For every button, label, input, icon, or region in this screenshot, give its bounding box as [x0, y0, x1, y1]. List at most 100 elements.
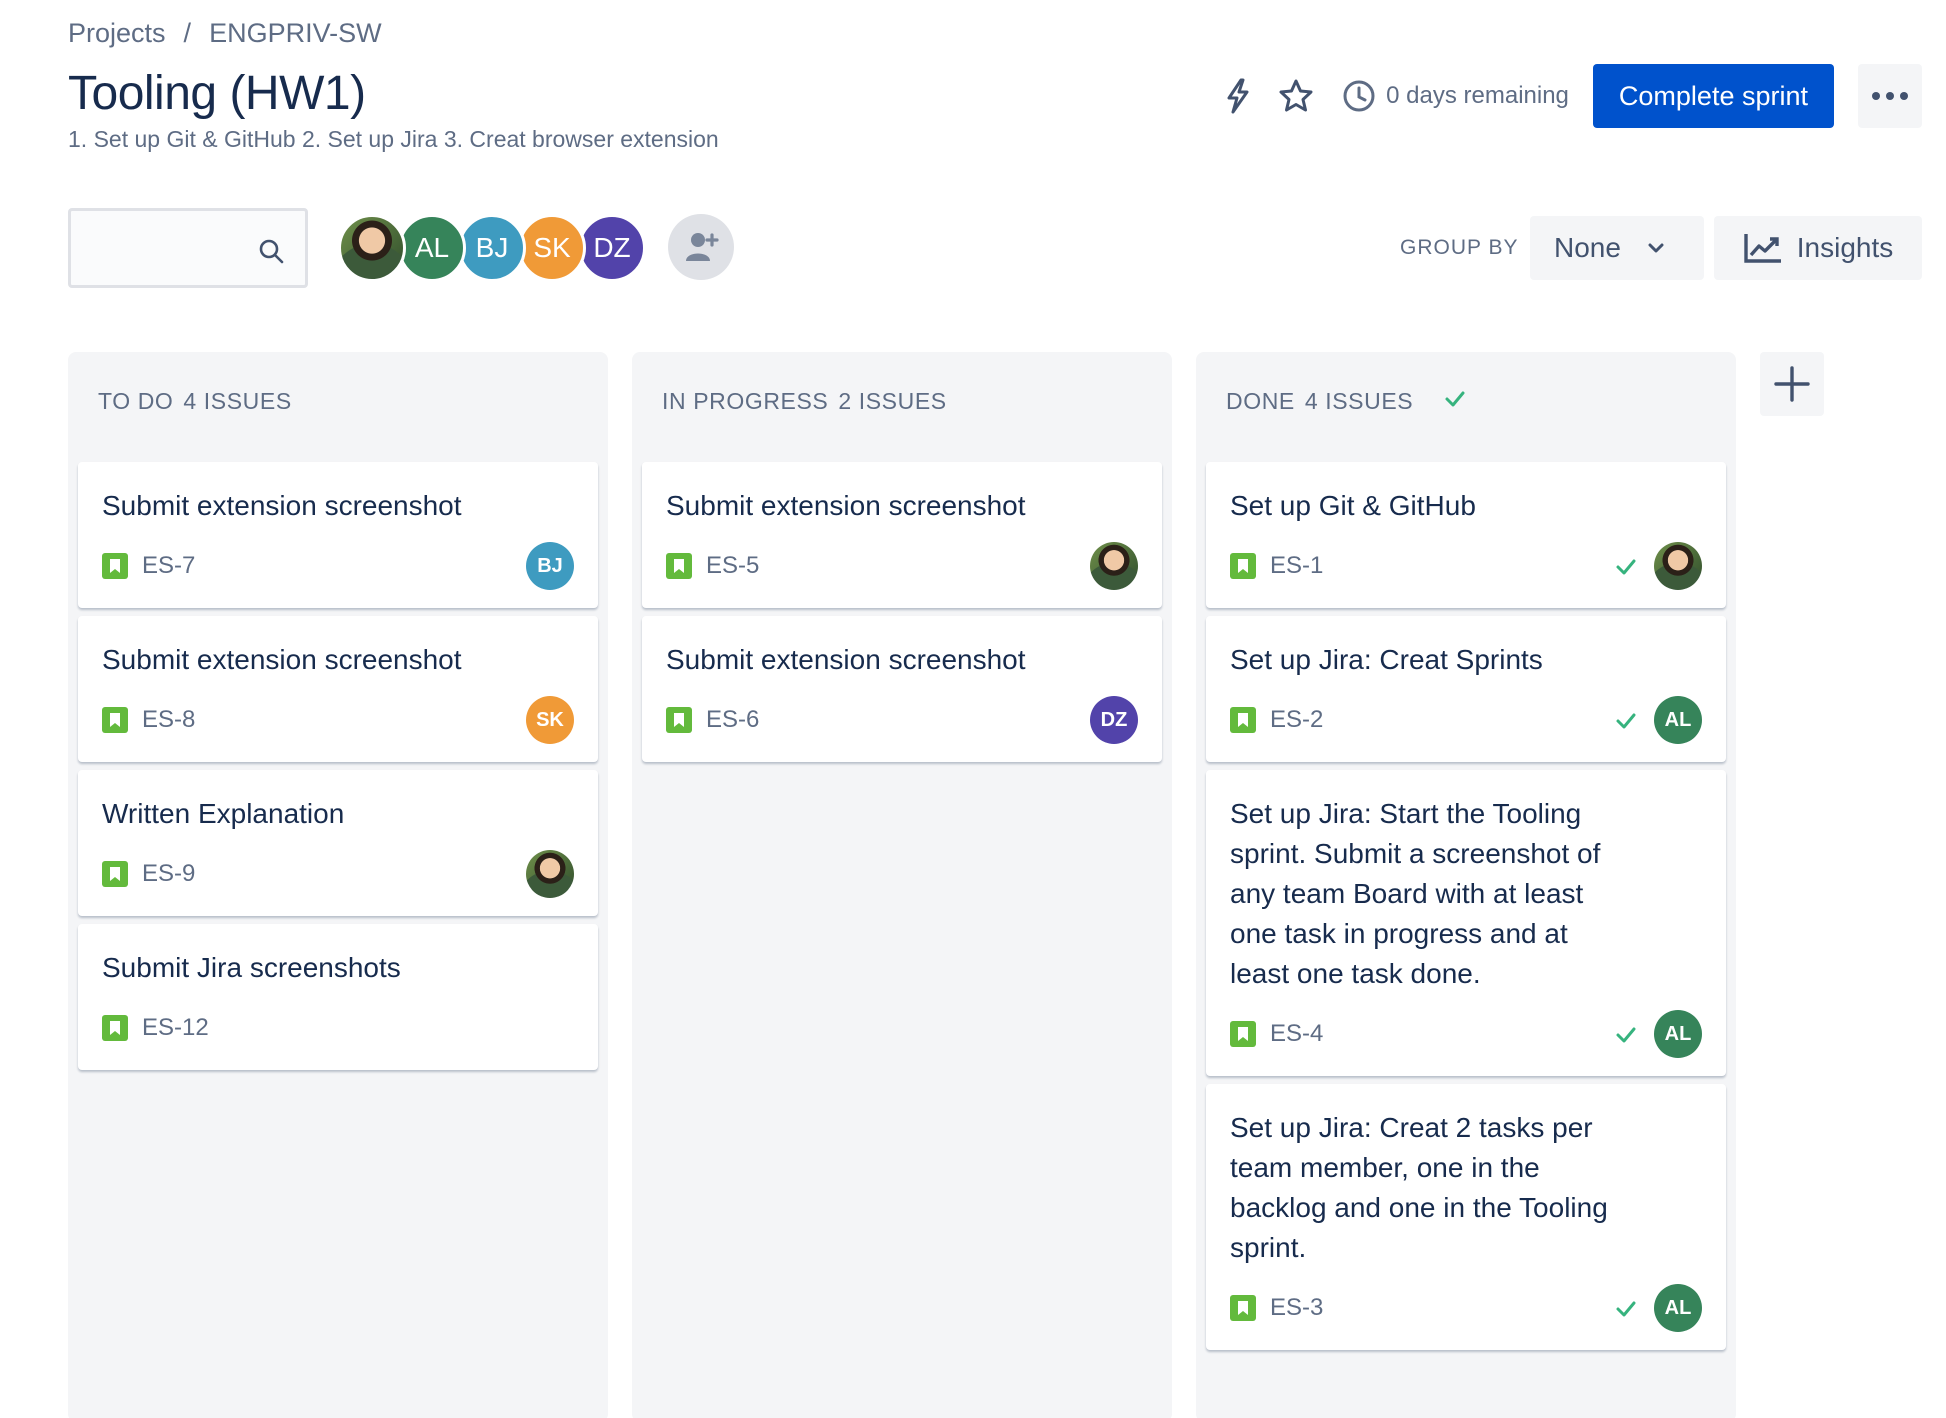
story-type-icon: [1230, 553, 1256, 579]
column-issue-count: 4 ISSUES: [183, 388, 292, 414]
issue-title: Submit extension screenshot: [666, 490, 1026, 521]
search-input[interactable]: [71, 211, 251, 285]
issue-key[interactable]: ES-9: [142, 860, 195, 888]
column-name: IN PROGRESS: [662, 388, 829, 414]
issue-key[interactable]: ES-5: [706, 552, 759, 580]
done-check-icon: [1445, 391, 1465, 407]
story-type-icon: [1230, 1021, 1256, 1047]
star-icon: [1279, 79, 1313, 112]
issue-card[interactable]: Submit extension screenshot ES-6 DZ: [642, 616, 1162, 762]
issue-meta: BJ: [526, 542, 574, 590]
more-actions-button[interactable]: [1858, 64, 1922, 128]
assignee-avatar[interactable]: [526, 850, 574, 898]
issue-card[interactable]: Set up Git & GitHub ES-1: [1206, 462, 1726, 608]
issue-title: Set up Jira: Start the Tooling sprint. S…: [1230, 798, 1601, 989]
assignee-avatar[interactable]: DZ: [1090, 696, 1138, 744]
issue-meta: AL: [1614, 696, 1702, 744]
issue-title: Set up Jira: Creat 2 tasks per team memb…: [1230, 1112, 1608, 1263]
add-person-icon: [686, 233, 719, 261]
page-title: Tooling (HW1): [68, 67, 366, 120]
days-remaining: 0 days remaining: [1342, 79, 1569, 113]
issue-key[interactable]: ES-6: [706, 706, 759, 734]
issue-key[interactable]: ES-3: [1270, 1294, 1323, 1322]
issue-footer: ES-4 AL: [1230, 1010, 1702, 1058]
breadcrumb-project-link[interactable]: ENGPRIV-SW: [209, 18, 382, 49]
assignee-avatar[interactable]: SK: [526, 696, 574, 744]
issue-footer: ES-7 BJ: [102, 542, 574, 590]
resolved-check-icon: [1616, 1027, 1636, 1043]
complete-sprint-button[interactable]: Complete sprint: [1592, 64, 1834, 128]
group-by-dropdown[interactable]: None: [1530, 216, 1704, 280]
issue-meta: [1090, 542, 1138, 590]
issue-card[interactable]: Submit extension screenshot ES-5: [642, 462, 1162, 608]
automation-button[interactable]: [1212, 70, 1264, 122]
add-people-button[interactable]: [668, 214, 734, 280]
issue-key[interactable]: ES-12: [142, 1014, 209, 1042]
insights-button[interactable]: Insights: [1714, 216, 1922, 280]
issue-key[interactable]: ES-8: [142, 706, 195, 734]
search-icon: [259, 239, 284, 264]
star-button[interactable]: [1270, 70, 1322, 122]
header-actions: 0 days remaining Complete sprint: [1212, 64, 1922, 128]
avatar[interactable]: SK: [518, 214, 586, 282]
insights-chart-icon: [1744, 234, 1781, 263]
clock-icon: [1343, 80, 1375, 112]
column-issue-count: 2 ISSUES: [838, 388, 947, 414]
breadcrumb-projects-link[interactable]: Projects: [68, 18, 166, 49]
issue-footer: ES-12: [102, 1004, 574, 1052]
board-column: DONE 4 ISSUES Set up Git & GitHub ES-1 Set u…: [1196, 352, 1736, 1418]
resolved-check-icon: [1616, 559, 1636, 575]
avatar-photo[interactable]: [338, 214, 406, 282]
breadcrumb: Projects / ENGPRIV-SW: [68, 18, 382, 49]
issue-meta: AL: [1614, 1284, 1702, 1332]
story-type-icon: [102, 707, 128, 733]
issue-card[interactable]: Submit extension screenshot ES-7 BJ: [78, 462, 598, 608]
issue-title: Submit extension screenshot: [102, 490, 462, 521]
issue-card[interactable]: Set up Jira: Creat 2 tasks per team memb…: [1206, 1084, 1726, 1350]
sprint-goal: 1. Set up Git & GitHub 2. Set up Jira 3.…: [68, 126, 719, 152]
avatar[interactable]: AL: [398, 214, 466, 282]
add-column-button[interactable]: [1760, 352, 1824, 416]
issue-key[interactable]: ES-2: [1270, 706, 1323, 734]
breadcrumb-separator: /: [183, 18, 192, 48]
issue-card[interactable]: Submit Jira screenshots ES-12: [78, 924, 598, 1070]
assignee-avatar[interactable]: [1090, 542, 1138, 590]
story-type-icon: [666, 553, 692, 579]
issue-title: Submit Jira screenshots: [102, 952, 401, 983]
story-type-icon: [102, 1015, 128, 1041]
assignee-avatar[interactable]: AL: [1654, 1010, 1702, 1058]
avatar[interactable]: BJ: [458, 214, 526, 282]
assignee-avatar[interactable]: AL: [1654, 1284, 1702, 1332]
avatar[interactable]: DZ: [578, 214, 646, 282]
avatar-group: AL BJ SK DZ: [338, 214, 734, 282]
issue-meta: AL: [1614, 1010, 1702, 1058]
issue-card[interactable]: Submit extension screenshot ES-8 SK: [78, 616, 598, 762]
lightning-icon: [1227, 78, 1249, 114]
issue-meta: [526, 850, 574, 898]
issue-key[interactable]: ES-1: [1270, 552, 1323, 580]
assignee-avatar[interactable]: [1654, 542, 1702, 590]
issue-footer: ES-6 DZ: [666, 696, 1138, 744]
issue-title: Set up Jira: Creat Sprints: [1230, 644, 1543, 675]
column-issue-count: 4 ISSUES: [1304, 388, 1414, 414]
issue-footer: ES-9: [102, 850, 574, 898]
days-remaining-text: 0 days remaining: [1386, 82, 1569, 109]
story-type-icon: [1230, 1295, 1256, 1321]
issue-key[interactable]: ES-7: [142, 552, 195, 580]
story-type-icon: [102, 553, 128, 579]
board-column: TO DO 4 ISSUES Submit extension screenshot…: [68, 352, 608, 1418]
issue-meta: [1614, 542, 1702, 590]
column-header: TO DO 4 ISSUES: [78, 352, 598, 462]
assignee-avatar[interactable]: AL: [1654, 696, 1702, 744]
group-by-label: GROUP BY: [1400, 236, 1519, 259]
issue-key[interactable]: ES-4: [1270, 1020, 1323, 1048]
issue-footer: ES-2 AL: [1230, 696, 1702, 744]
issue-card[interactable]: Written Explanation ES-9: [78, 770, 598, 916]
issue-card[interactable]: Set up Jira: Creat Sprints ES-2 AL: [1206, 616, 1726, 762]
group-by-value: None: [1554, 232, 1621, 263]
issue-title: Set up Git & GitHub: [1230, 490, 1476, 521]
search-field[interactable]: [68, 208, 308, 288]
assignee-avatar[interactable]: BJ: [526, 542, 574, 590]
issue-card[interactable]: Set up Jira: Start the Tooling sprint. S…: [1206, 770, 1726, 1076]
insights-label: Insights: [1796, 232, 1894, 263]
